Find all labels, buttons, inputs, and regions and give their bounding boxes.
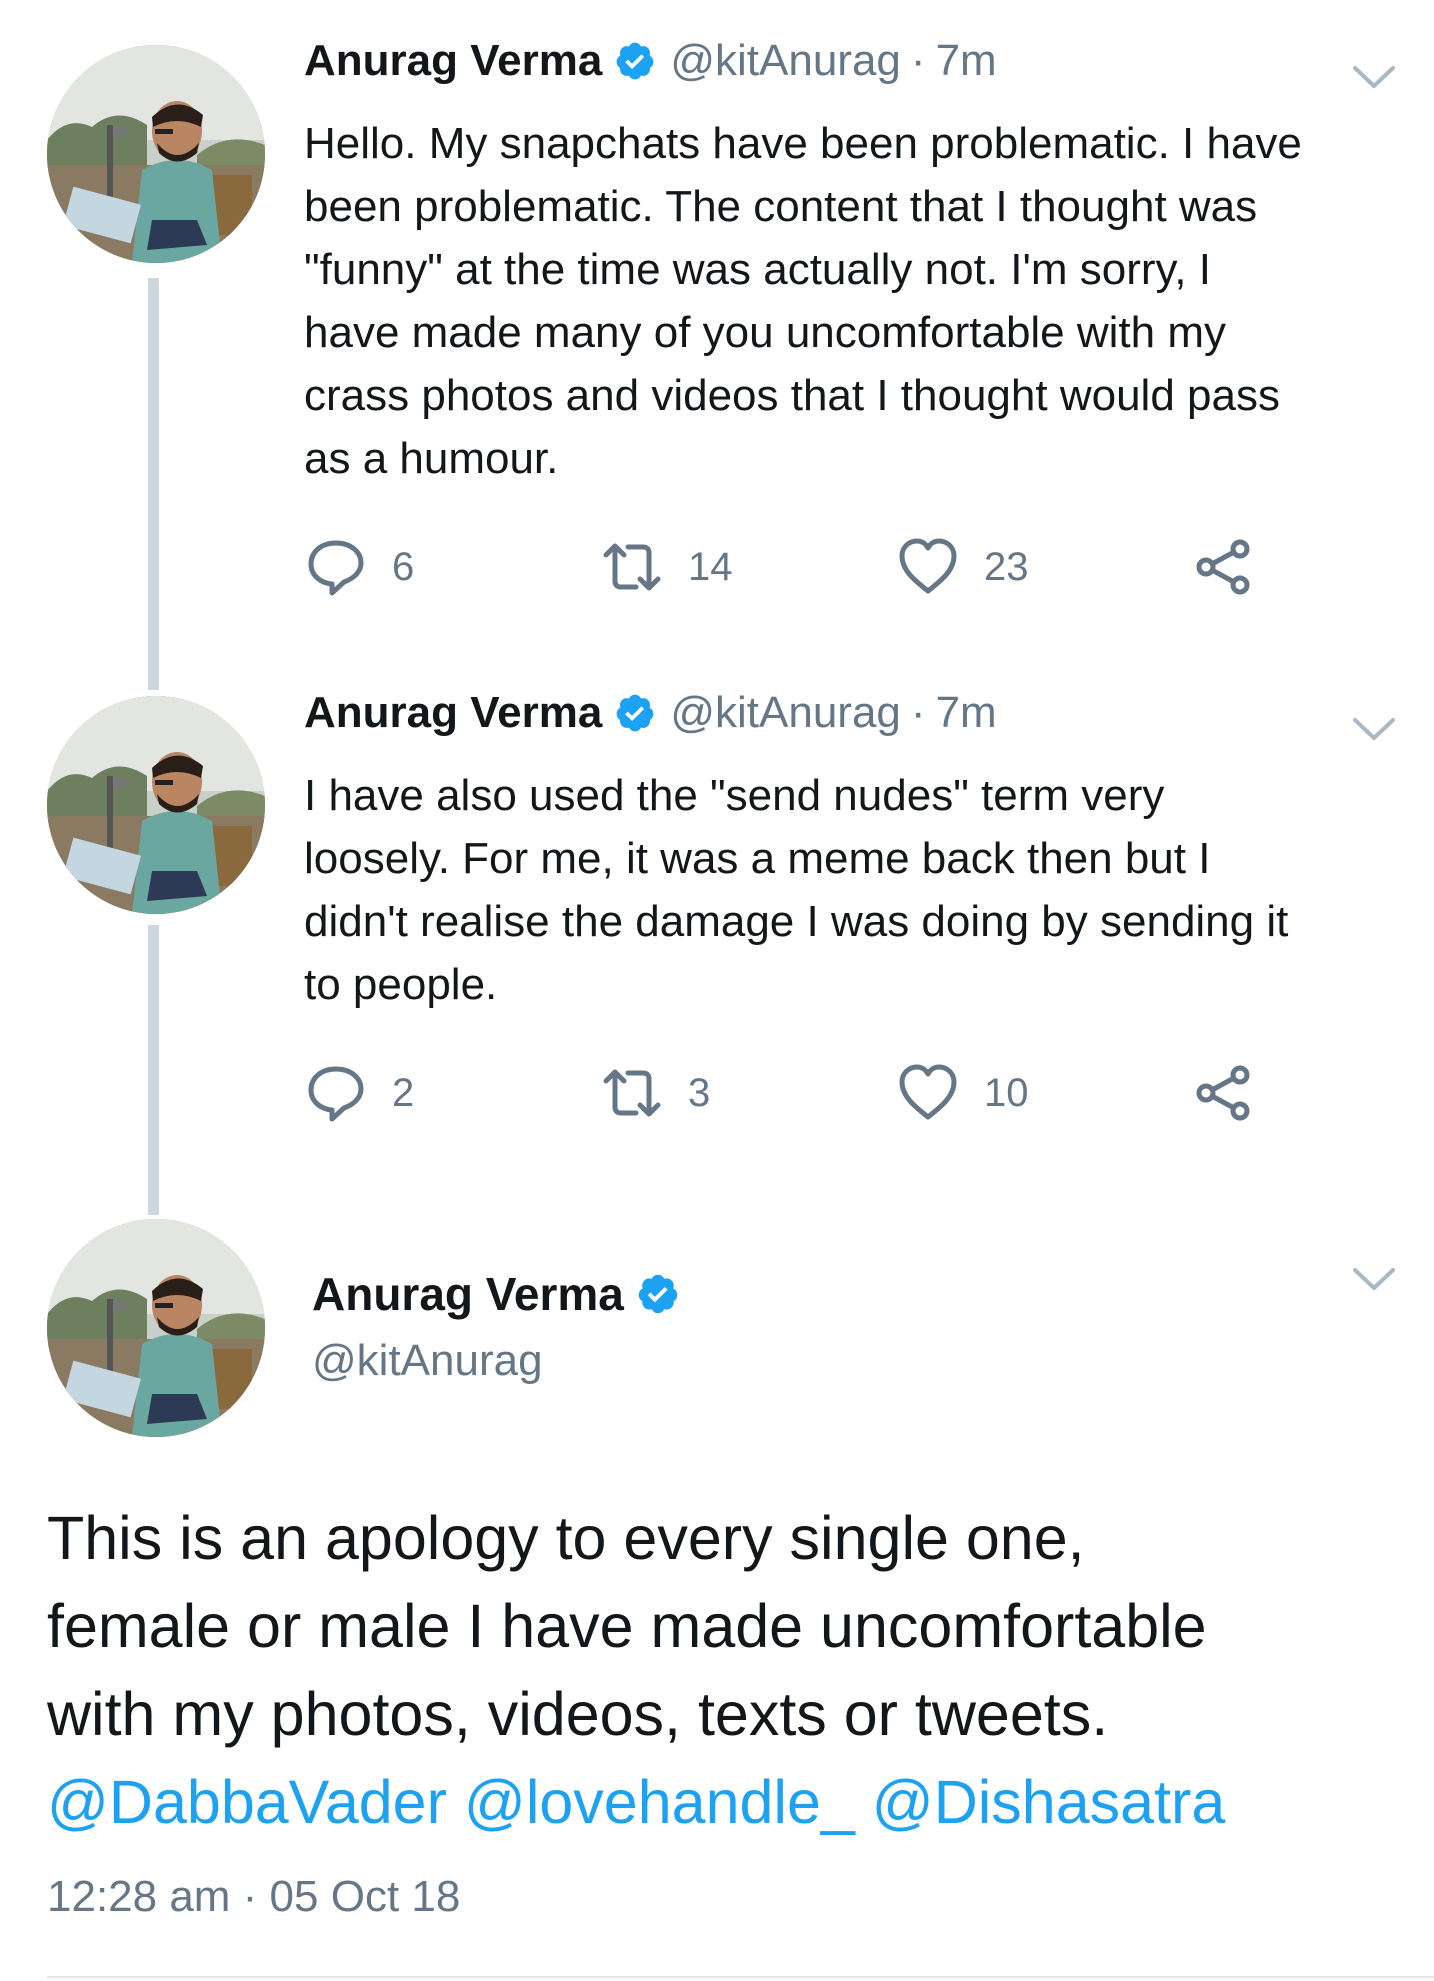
tweet-text: I have also used the "send nudes" term v… [304,764,1404,1016]
reply-count: 2 [392,1070,415,1115]
reply-button[interactable]: 2 [304,1058,414,1128]
tweet-text-line: didn't realise the damage I was doing by… [304,897,1289,946]
tweet-header: Anurag Verma @kitAnurag · 7m [304,36,997,86]
reply-icon [304,535,368,599]
tweet-text-line: been problematic. The content that I tho… [304,182,1258,231]
avatar[interactable] [47,1219,265,1437]
tweet-text-line: loosely. For me, it was a meme back then… [304,834,1211,883]
retweet-icon [600,535,664,599]
reply-count: 6 [392,544,415,589]
mention-link[interactable]: @DabbaVader [47,1768,447,1836]
tweet-header: Anurag Verma @kitAnurag · 7m [304,688,997,738]
avatar[interactable] [47,696,265,914]
chevron-down-icon[interactable] [1352,64,1396,90]
handle[interactable]: @kitAnurag [670,36,901,86]
separator-dot: · [910,36,926,85]
avatar[interactable] [47,45,265,263]
tweet-text-line: I have also used the "send nudes" term v… [304,771,1165,820]
share-button[interactable] [1192,532,1256,602]
separator-dot: · [910,688,926,737]
share-button[interactable] [1192,1058,1256,1128]
retweet-count: 14 [688,544,733,589]
display-name[interactable]: Anurag Verma [304,688,602,738]
tweet-text-line: This is an apology to every single one, [47,1504,1085,1572]
tweet-actions: 6 14 23 [304,532,1304,602]
heart-icon [896,1061,960,1125]
avatar-image [47,1219,265,1437]
tweet-text: Hello. My snapchats have been problemati… [304,112,1404,490]
share-icon [1192,535,1256,599]
verified-badge-icon [636,1272,680,1316]
display-name[interactable]: Anurag Verma [312,1267,624,1321]
timestamp[interactable]: 7m [936,36,997,86]
like-button[interactable]: 23 [896,532,1029,602]
mentions-line: @DabbaVader @lovehandle_ @Dishasatra [47,1758,1417,1846]
tweet-text-line: female or male I have made uncomfortable [47,1592,1207,1660]
tweet-text-line: with my photos, videos, texts or tweets. [47,1680,1109,1748]
tweet-text-line: to people. [304,960,498,1009]
handle[interactable]: @kitAnurag [670,688,901,738]
mention-link[interactable]: @Dishasatra [872,1768,1226,1836]
verified-badge-icon [614,40,656,82]
handle[interactable]: @kitAnurag [312,1336,543,1386]
retweet-button[interactable]: 3 [600,1058,710,1128]
thread-connector [148,925,159,1215]
tweet-text-line: crass photos and videos that I thought w… [304,371,1280,420]
tweet-actions: 2 3 10 [304,1058,1304,1128]
tweet-text-line: as a humour. [304,434,559,483]
retweet-icon [600,1061,664,1125]
tweet-text-line: have made many of you uncomfortable with… [304,308,1227,357]
thread-connector [148,278,159,690]
share-icon [1192,1061,1256,1125]
heart-icon [896,535,960,599]
reply-icon [304,1061,368,1125]
display-name[interactable]: Anurag Verma [304,36,602,86]
retweet-button[interactable]: 14 [600,532,733,602]
chevron-down-icon[interactable] [1352,716,1396,742]
timestamp[interactable]: 7m [936,688,997,738]
tweet-timestamp[interactable]: 12:28 am · 05 Oct 18 [47,1872,460,1922]
like-count: 10 [984,1070,1029,1115]
chevron-down-icon[interactable] [1352,1266,1396,1292]
avatar-image [47,696,265,914]
verified-badge-icon [614,692,656,734]
like-button[interactable]: 10 [896,1058,1029,1128]
tweet-text-line: "funny" at the time was actually not. I'… [304,245,1211,294]
mention-link[interactable]: @lovehandle_ [464,1768,855,1836]
tweet-text-line: Hello. My snapchats have been problemati… [304,119,1302,168]
retweet-count: 3 [688,1070,711,1115]
main-tweet-name-row: Anurag Verma [312,1267,694,1321]
avatar-image [47,45,265,263]
reply-button[interactable]: 6 [304,532,414,602]
like-count: 23 [984,544,1029,589]
main-tweet-text: This is an apology to every single one, … [47,1494,1417,1846]
divider [47,1976,1434,1978]
